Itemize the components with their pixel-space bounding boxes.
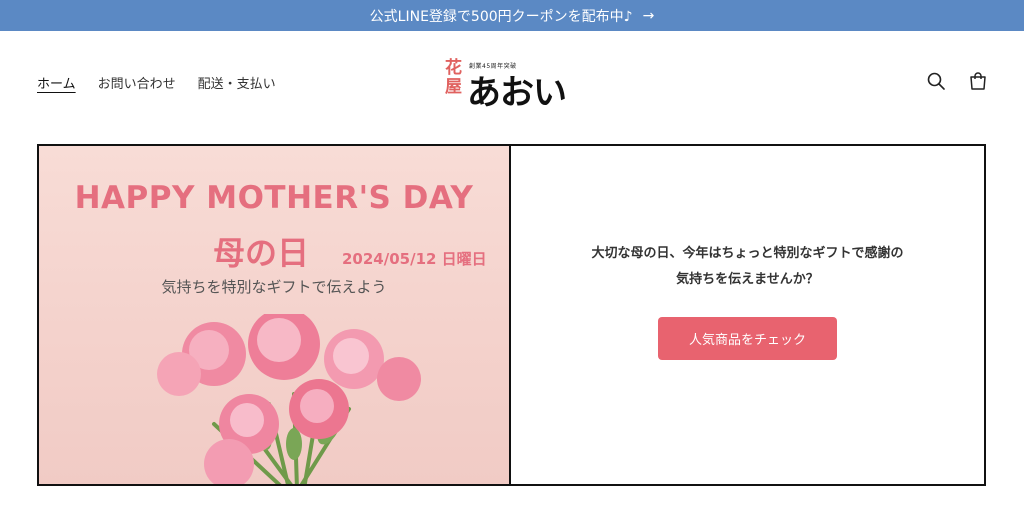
header-icons	[926, 71, 988, 91]
mothers-day-image: HAPPY MOTHER'S DAY 母の日 2024/05/12 日曜日 気持…	[39, 146, 511, 484]
cart-icon[interactable]	[968, 71, 988, 91]
hero-banner: HAPPY MOTHER'S DAY 母の日 2024/05/12 日曜日 気持…	[37, 144, 986, 486]
banner-message: 大切な母の日、今年はちょっと特別なギフトで感謝の 気持ちを伝えませんか？	[591, 245, 904, 287]
site-header: ホーム お問い合わせ 配送・支払い 花 屋 創業45周年突破 あおい	[0, 31, 1024, 131]
main-nav: ホーム お問い合わせ 配送・支払い	[37, 73, 276, 92]
banner-text-panel: 大切な母の日、今年はちょっと特別なギフトで感謝の 気持ちを伝えませんか？ 人気商…	[511, 146, 984, 484]
search-icon[interactable]	[926, 71, 946, 91]
nav-item-shipping-payment[interactable]: 配送・支払い	[198, 73, 276, 92]
logo-name: あおい	[467, 73, 567, 113]
banner-subtitle: 気持ちを特別なギフトで伝えよう	[161, 278, 387, 296]
nav-item-contact[interactable]: お問い合わせ	[98, 73, 176, 92]
arrow-right-icon[interactable]: →	[643, 8, 655, 24]
check-popular-items-button[interactable]: 人気商品をチェック	[658, 316, 837, 360]
logo-kanji: 花 屋	[445, 58, 462, 97]
announcement-text[interactable]: 公式LINE登録で500円クーポンを配布中♪	[370, 6, 633, 26]
carnation-bouquet-image	[157, 314, 421, 484]
banner-title: 母の日	[213, 234, 310, 272]
site-logo[interactable]: 花 屋 創業45周年突破 あおい	[445, 58, 585, 114]
announcement-bar[interactable]: 公式LINE登録で500円クーポンを配布中♪ →	[0, 0, 1024, 31]
nav-item-home[interactable]: ホーム	[37, 73, 76, 92]
banner-headline: HAPPY MOTHER'S DAY	[74, 180, 474, 216]
banner-date: 2024/05/12 日曜日	[342, 250, 487, 268]
